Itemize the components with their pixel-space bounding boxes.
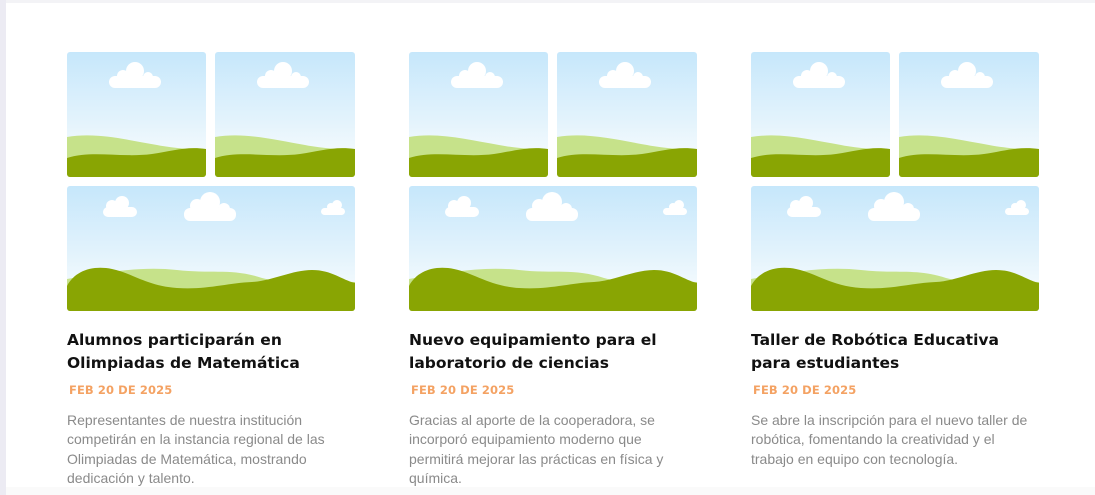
news-image-small-right[interactable] — [557, 52, 697, 177]
landscape-placeholder-image — [67, 192, 355, 311]
news-date: FEB 20 DE 2025 — [69, 383, 173, 397]
news-date: FEB 20 DE 2025 — [411, 383, 515, 397]
landscape-placeholder-image — [557, 62, 697, 177]
landscape-placeholder-image — [751, 192, 1039, 311]
news-title[interactable]: Taller de Robótica Educativa para estudi… — [751, 329, 1039, 375]
page-left-border — [0, 0, 6, 495]
news-image-small-left[interactable] — [751, 52, 890, 177]
landscape-placeholder-image — [409, 62, 548, 177]
news-image-small-left[interactable] — [409, 52, 548, 177]
news-image-large[interactable] — [67, 186, 355, 311]
news-image-small-right[interactable] — [215, 52, 355, 177]
news-image-small-right[interactable] — [899, 52, 1039, 177]
landscape-placeholder-image — [215, 62, 355, 177]
news-description: Se abre la inscripción para el nuevo tal… — [751, 412, 1028, 467]
news-image-large[interactable] — [409, 186, 697, 311]
landscape-placeholder-image — [67, 62, 206, 177]
landscape-placeholder-image — [409, 192, 697, 311]
news-image-small-left[interactable] — [67, 52, 206, 177]
news-date: FEB 20 DE 2025 — [753, 383, 857, 397]
landscape-placeholder-image — [899, 62, 1039, 177]
landscape-placeholder-image — [751, 62, 890, 177]
news-description: Representantes de nuestra institución co… — [67, 412, 325, 486]
page-bottom-fade — [6, 487, 1095, 495]
page-top-border — [6, 0, 1095, 3]
news-description: Gracias al aporte de la cooperadora, se … — [409, 412, 664, 486]
news-title[interactable]: Nuevo equipamiento para el laboratorio d… — [409, 329, 697, 375]
news-image-large[interactable] — [751, 186, 1039, 311]
news-title[interactable]: Alumnos participarán en Olimpiadas de Ma… — [67, 329, 355, 375]
